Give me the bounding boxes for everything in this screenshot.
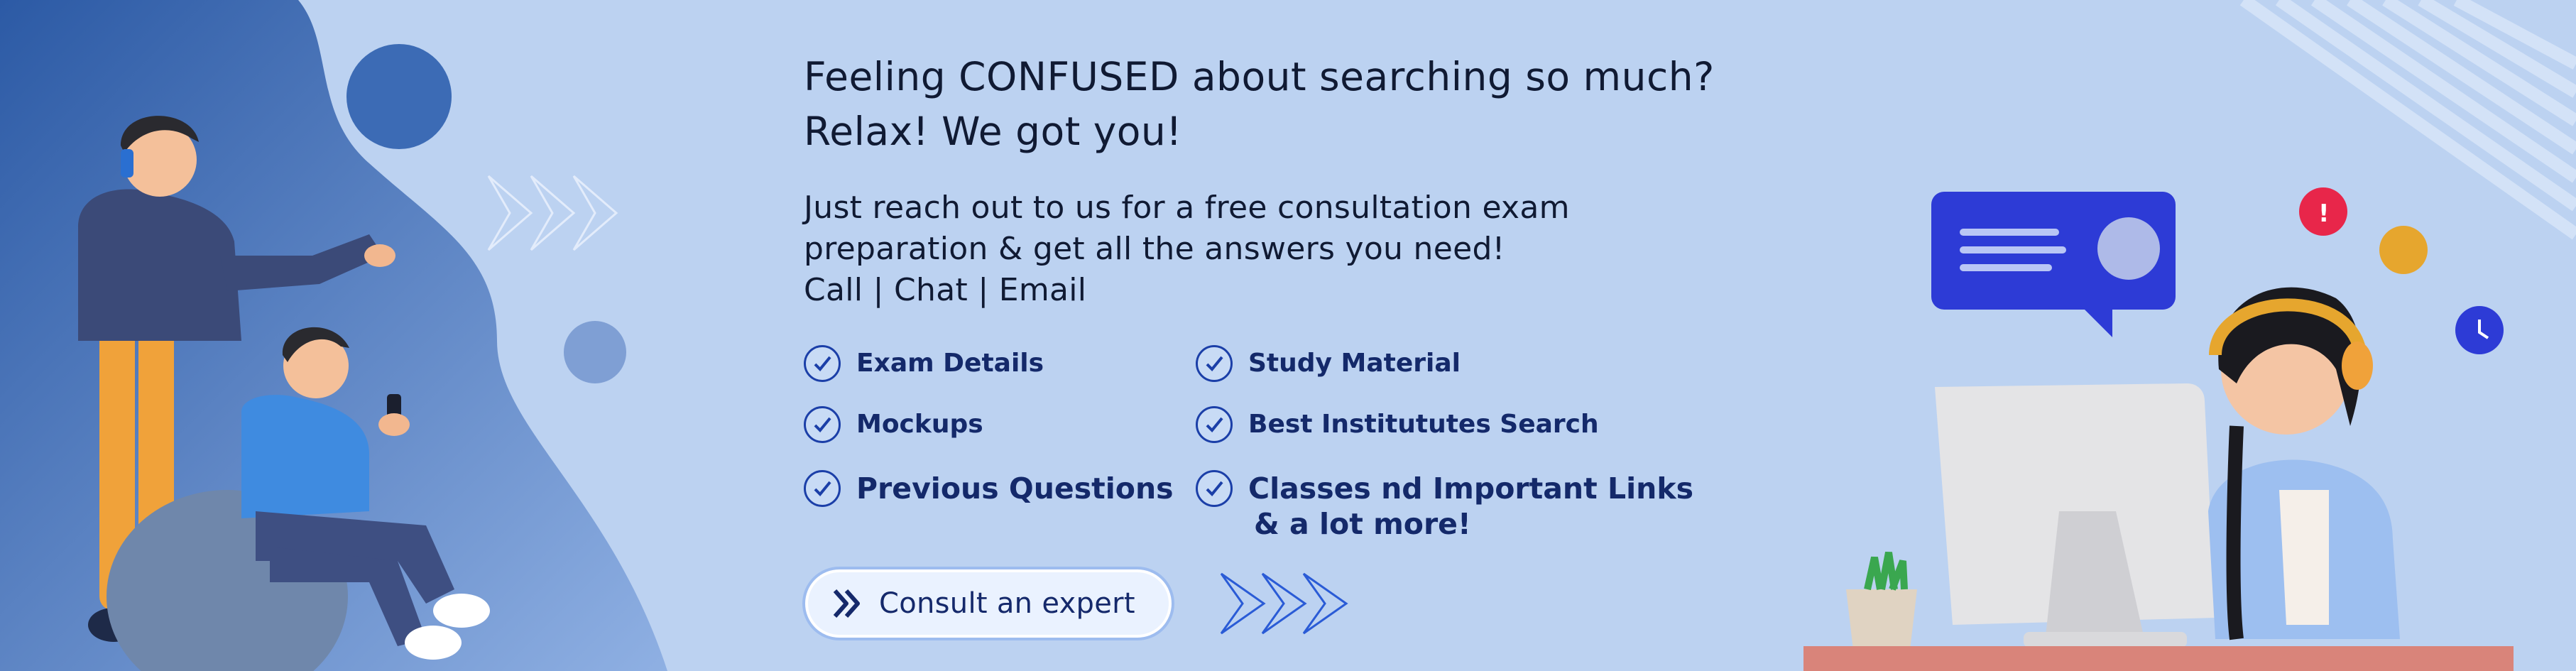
left-illustration — [0, 0, 667, 671]
computer-monitor — [1935, 383, 2215, 648]
svg-text:!: ! — [2318, 200, 2330, 228]
feature-item-study-material: Study Material — [1196, 345, 1461, 382]
feature-item-best-institutes-search: Best Institututes Search — [1196, 406, 1599, 443]
feature-label: Exam Details — [856, 349, 1044, 378]
feature-label: Mockups — [856, 410, 983, 439]
feature-label: Previous Questions — [856, 471, 1174, 506]
headline-line-1: Feeling CONFUSED about searching so much… — [804, 54, 1715, 99]
intro-line-1: Just reach out to us for a free consulta… — [804, 190, 1570, 226]
right-illustration: ! — [1803, 0, 2576, 671]
banner-content: Feeling CONFUSED about searching so much… — [804, 50, 1727, 311]
feature-label: Classes nd Important Links — [1248, 471, 1693, 506]
feature-item-exam-details: Exam Details — [804, 345, 1044, 382]
cta-chevrons-decoration — [1220, 572, 1348, 635]
check-circle-icon — [804, 345, 841, 382]
coin-badge — [2379, 226, 2428, 274]
desk — [1803, 646, 2514, 671]
check-circle-icon — [1196, 406, 1233, 443]
feature-item-previous-questions: Previous Questions — [804, 470, 1174, 507]
potted-plant — [1846, 552, 1917, 650]
feature-item-classes-and-links: Classes nd Important Links & a lot more! — [1196, 470, 1693, 541]
double-chevron-right-icon — [833, 589, 860, 618]
chat-bubble-icon — [1931, 192, 2176, 337]
intro-text: Just reach out to us for a free consulta… — [804, 187, 1727, 311]
feature-sublabel: & a lot more! — [1254, 507, 1471, 541]
deco-circle-small — [564, 321, 626, 383]
intro-line-2: preparation & get all the answers you ne… — [804, 231, 1505, 267]
outline-chevrons — [487, 175, 618, 251]
contact-methods: Call | Chat | Email — [804, 272, 1087, 308]
feature-list: Exam Details Study Material Mockups Best… — [804, 341, 1727, 554]
deco-circle-large — [346, 44, 452, 149]
feature-label: Study Material — [1248, 349, 1461, 378]
check-circle-icon — [1196, 345, 1233, 382]
headline-line-2: Relax! We got you! — [804, 109, 1182, 154]
check-circle-icon — [804, 470, 841, 507]
feature-item-mockups: Mockups — [804, 406, 983, 443]
feature-label: Best Institututes Search — [1248, 410, 1599, 439]
check-circle-icon — [1196, 470, 1233, 507]
consult-expert-label: Consult an expert — [879, 587, 1135, 620]
check-circle-icon — [804, 406, 841, 443]
consult-expert-button[interactable]: Consult an expert — [805, 569, 1172, 638]
stripe-pattern — [2239, 0, 2576, 240]
support-agent-figure — [2208, 287, 2400, 640]
